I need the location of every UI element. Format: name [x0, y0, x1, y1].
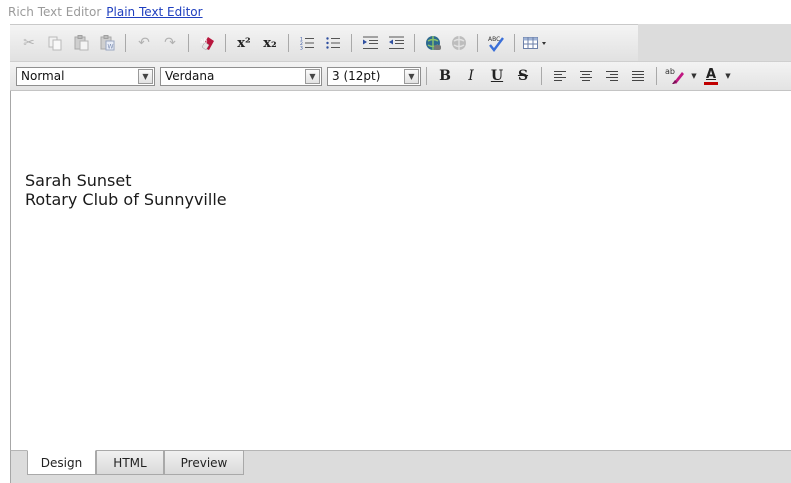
paragraph-format-select[interactable]: Normal ▼ — [16, 66, 155, 86]
highlight-label: ab — [665, 67, 675, 76]
editor-content-area[interactable]: Sarah Sunset Rotary Club of Sunnyville — [10, 91, 791, 450]
toolbar-row-2: Normal ▼ Verdana ▼ 3 (12pt) ▼ B I U S ab… — [10, 61, 791, 91]
underline-button[interactable]: U — [486, 64, 508, 88]
font-color-dropdown-icon[interactable]: ▼ — [724, 64, 732, 88]
font-color-bar — [704, 81, 718, 85]
insert-table-icon[interactable] — [522, 31, 550, 55]
svg-text:3: 3 — [300, 46, 303, 51]
highlight-dropdown-icon[interactable]: ▼ — [690, 64, 698, 88]
chevron-down-icon[interactable]: ▼ — [305, 68, 320, 84]
svg-text:ab: ab — [200, 38, 208, 45]
paste-icon[interactable] — [70, 31, 92, 55]
font-size-value: 3 (12pt) — [332, 69, 381, 83]
spell-check-icon[interactable]: ABC — [485, 31, 507, 55]
strikethrough-button[interactable]: S — [512, 64, 534, 88]
toolbar-separator — [477, 34, 478, 52]
align-left-icon[interactable] — [549, 64, 571, 88]
undo-icon[interactable]: ↶ — [133, 31, 155, 55]
toolbar-separator — [426, 67, 427, 85]
redo-icon[interactable]: ↷ — [159, 31, 181, 55]
font-family-select[interactable]: Verdana ▼ — [160, 66, 322, 86]
toolbar-separator — [351, 34, 352, 52]
toolbar-separator — [414, 34, 415, 52]
editor-mode-bar: Rich Text Editor Plain Text Editor — [8, 0, 203, 24]
font-family-value: Verdana — [165, 69, 215, 83]
indent-icon[interactable] — [359, 31, 381, 55]
align-right-icon[interactable] — [601, 64, 623, 88]
editor-mode-tabs: Design HTML Preview — [10, 450, 791, 483]
unlink-icon[interactable] — [448, 31, 470, 55]
svg-text:W: W — [108, 44, 114, 51]
toolbar-separator — [288, 34, 289, 52]
toolbar-separator — [656, 67, 657, 85]
toolbar-separator — [125, 34, 126, 52]
spellcheck-eraser-icon[interactable]: ab — [196, 31, 218, 55]
font-color-button[interactable]: A — [702, 64, 720, 88]
cut-icon[interactable]: ✂ — [18, 31, 40, 55]
document-line: Sarah Sunset — [25, 171, 132, 190]
numbered-list-icon[interactable]: 123 — [296, 31, 318, 55]
font-size-select[interactable]: 3 (12pt) ▼ — [327, 66, 421, 86]
italic-button[interactable]: I — [460, 64, 482, 88]
svg-text:ABC: ABC — [488, 36, 500, 43]
paragraph-format-value: Normal — [21, 69, 65, 83]
bold-button[interactable]: B — [434, 64, 456, 88]
highlight-color-button[interactable]: ab — [664, 64, 686, 88]
toolbar-separator — [514, 34, 515, 52]
rich-text-editor: ✂ W ↶ ↷ ab x² x₂ 123 ABC Normal ▼ Verdan… — [10, 24, 791, 483]
align-center-icon[interactable] — [575, 64, 597, 88]
link-icon[interactable] — [422, 31, 444, 55]
superscript-icon[interactable]: x² — [233, 31, 255, 55]
font-color-label: A — [705, 66, 717, 82]
rich-text-editor-label: Rich Text Editor — [8, 5, 102, 19]
toolbar-separator — [188, 34, 189, 52]
outdent-icon[interactable] — [385, 31, 407, 55]
toolbar-row-1: ✂ W ↶ ↷ ab x² x₂ 123 ABC — [10, 24, 791, 61]
copy-icon[interactable] — [44, 31, 66, 55]
tab-html[interactable]: HTML — [96, 450, 164, 475]
bulleted-list-icon[interactable] — [322, 31, 344, 55]
tab-design[interactable]: Design — [27, 450, 96, 475]
align-justify-icon[interactable] — [627, 64, 649, 88]
document-line: Rotary Club of Sunnyville — [25, 190, 227, 209]
plain-text-editor-link[interactable]: Plain Text Editor — [106, 5, 202, 19]
toolbar-separator — [541, 67, 542, 85]
subscript-icon[interactable]: x₂ — [259, 31, 281, 55]
tab-preview[interactable]: Preview — [164, 450, 244, 475]
chevron-down-icon[interactable]: ▼ — [138, 68, 153, 84]
chevron-down-icon[interactable]: ▼ — [404, 68, 419, 84]
paste-word-icon[interactable]: W — [96, 31, 118, 55]
toolbar-separator — [225, 34, 226, 52]
